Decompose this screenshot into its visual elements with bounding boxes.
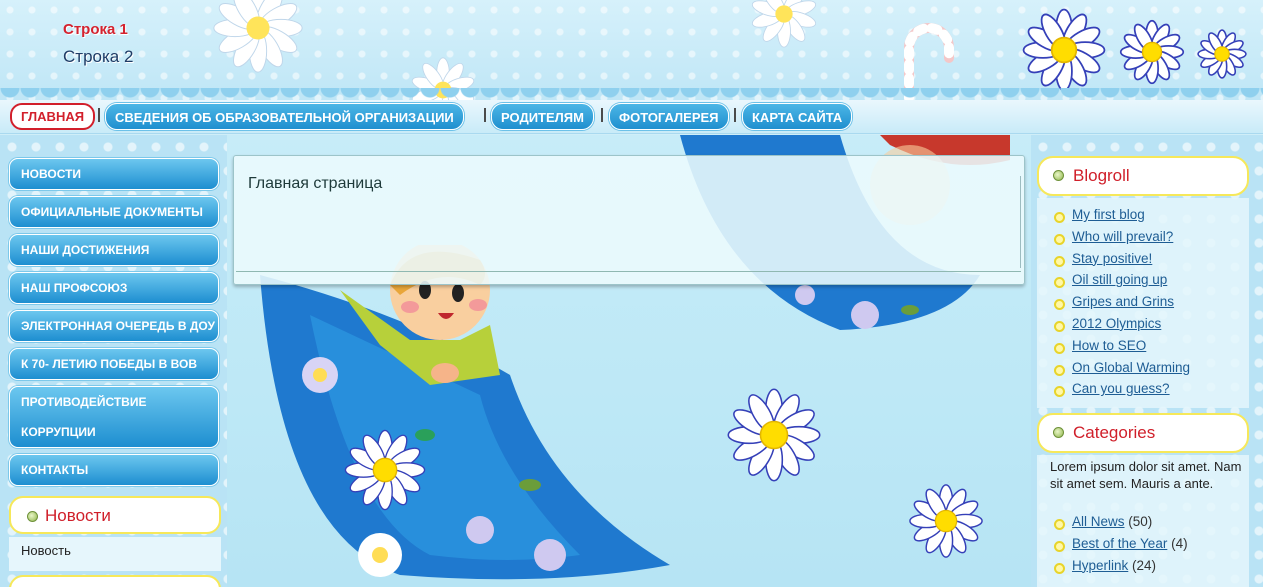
site-title-line2: Строка 2 (63, 47, 134, 66)
list-item: How to SEO (1031, 338, 1190, 360)
bullet-icon (1053, 427, 1064, 438)
blogroll-link[interactable]: How to SEO (1072, 338, 1146, 353)
daisy-icon (1119, 19, 1185, 85)
right-sidebar: Blogroll My first blog Who will prevail?… (1031, 135, 1263, 587)
list-item: Who will prevail? (1031, 229, 1190, 251)
list-item: Stay positive! (1031, 251, 1190, 273)
daisy-icon (1022, 8, 1106, 92)
news-widget-header: Новости (9, 496, 221, 534)
category-link[interactable]: Hyperlink (1072, 558, 1128, 573)
bullet-icon (27, 511, 38, 522)
sidebar-item-label: КОРРУПЦИИ (21, 425, 96, 439)
site-title-line1: Строка 1 (63, 21, 128, 38)
sidebar-item-label: К 70- ЛЕТИЮ ПОБЕДЫ В ВОВ (21, 357, 198, 371)
list-item: My first blog (1031, 207, 1190, 229)
daisy-icon (344, 429, 426, 511)
category-count: (24) (1132, 557, 1157, 573)
sidebar-item-label: ОФИЦИАЛЬНЫЕ ДОКУМЕНТЫ (21, 205, 203, 219)
sidebar-item-news[interactable]: НОВОСТИ (9, 158, 219, 190)
site-header: Строка 1 Строка 2 (0, 0, 1263, 100)
sidebar-item-label: НАШИ ДОСТИЖЕНИЯ (21, 243, 150, 257)
list-item: Can you guess? (1031, 381, 1190, 403)
blogroll-link[interactable]: 2012 Olympics (1072, 316, 1161, 331)
blogroll-link[interactable]: Gripes and Grins (1072, 294, 1174, 309)
category-link[interactable]: All News (1072, 514, 1125, 529)
sidebar-item-label: ПРОТИВОДЕЙСТВИЕ (21, 395, 147, 409)
blogroll-link[interactable]: Can you guess? (1072, 381, 1170, 396)
categories-title: Categories (1073, 423, 1156, 442)
widget-header-partial (9, 575, 221, 587)
blogroll-link[interactable]: My first blog (1072, 207, 1145, 222)
sidebar-item-official-documents[interactable]: ОФИЦИАЛЬНЫЕ ДОКУМЕНТЫ (9, 196, 219, 228)
list-item: Best of the Year (4) (1031, 536, 1188, 558)
categories-list: All News (50) Best of the Year (4) Hyper… (1031, 514, 1188, 579)
sidebar-item-electronic-queue[interactable]: ЭЛЕКТРОННАЯ ОЧЕРЕДЬ В ДОУ (9, 310, 219, 342)
category-count: (4) (1171, 535, 1188, 551)
news-item[interactable]: Новость (21, 543, 71, 558)
content-panel: Главная страница (233, 155, 1025, 285)
news-widget-body: Новость (9, 537, 221, 571)
nav-photo-gallery[interactable]: ФОТОГАЛЕРЕЯ (609, 103, 729, 130)
list-item: Oil still going up (1031, 272, 1190, 294)
page-title: Главная страница (248, 175, 383, 192)
blogroll-link[interactable]: Who will prevail? (1072, 229, 1173, 244)
header-wave (0, 88, 1263, 100)
category-link[interactable]: Best of the Year (1072, 536, 1167, 551)
daisy-icon (1197, 29, 1247, 79)
nav-separator (98, 108, 100, 122)
news-widget-title: Новости (45, 506, 111, 525)
sidebar-item-achievements[interactable]: НАШИ ДОСТИЖЕНИЯ (9, 234, 219, 266)
categories-description: Lorem ipsum dolor sit amet. Nam sit amet… (1050, 459, 1242, 491)
sidebar-item-label: НАШ ПРОФСОЮЗ (21, 281, 128, 295)
blogroll-link[interactable]: On Global Warming (1072, 360, 1190, 375)
nav-parents[interactable]: РОДИТЕЛЯМ (491, 103, 594, 130)
nav-separator (601, 108, 603, 122)
sidebar-item-anti-corruption[interactable]: ПРОТИВОДЕЙСТВИЕ КОРРУПЦИИ (9, 386, 219, 448)
blogroll-list: My first blog Who will prevail? Stay pos… (1031, 207, 1190, 403)
bullet-icon (1053, 170, 1064, 181)
list-item: Gripes and Grins (1031, 294, 1190, 316)
daisy-icon (727, 388, 821, 482)
blogroll-header: Blogroll (1037, 156, 1249, 196)
categories-header: Categories (1037, 413, 1249, 453)
nav-separator (484, 108, 486, 122)
list-item: On Global Warming (1031, 360, 1190, 382)
sidebar-item-label: НОВОСТИ (21, 167, 82, 181)
top-navigation: ГЛАВНАЯ СВЕДЕНИЯ ОБ ОБРАЗОВАТЕЛЬНОЙ ОРГА… (0, 100, 1263, 134)
category-count: (50) (1128, 514, 1153, 529)
nav-separator (734, 108, 736, 122)
sidebar-item-trade-union[interactable]: НАШ ПРОФСОЮЗ (9, 272, 219, 304)
daisy-icon (213, 0, 303, 73)
daisy-icon (909, 484, 983, 558)
nav-sitemap[interactable]: КАРТА САЙТА (742, 103, 853, 130)
sidebar-item-victory-70[interactable]: К 70- ЛЕТИЮ ПОБЕДЫ В ВОВ (9, 348, 219, 380)
content-divider (236, 271, 1021, 272)
sidebar-item-label: ЭЛЕКТРОННАЯ ОЧЕРЕДЬ В ДОУ (21, 319, 215, 333)
sidebar-item-label: КОНТАКТЫ (21, 463, 89, 477)
sidebar-item-contacts[interactable]: КОНТАКТЫ (9, 454, 219, 486)
blogroll-link[interactable]: Stay positive! (1072, 251, 1152, 266)
list-item: All News (50) (1031, 514, 1188, 536)
nav-home[interactable]: ГЛАВНАЯ (10, 103, 96, 130)
left-sidebar: НОВОСТИ ОФИЦИАЛЬНЫЕ ДОКУМЕНТЫ НАШИ ДОСТИ… (0, 135, 227, 587)
blogroll-link[interactable]: Oil still going up (1072, 272, 1167, 287)
list-item: 2012 Olympics (1031, 316, 1190, 338)
list-item: Hyperlink (24) (1031, 558, 1188, 580)
nav-organization-info[interactable]: СВЕДЕНИЯ ОБ ОБРАЗОВАТЕЛЬНОЙ ОРГАНИЗАЦИИ (105, 103, 464, 130)
blogroll-title: Blogroll (1073, 166, 1130, 185)
main-area: НОВОСТИ ОФИЦИАЛЬНЫЕ ДОКУМЕНТЫ НАШИ ДОСТИ… (0, 135, 1263, 587)
content-divider (1020, 176, 1021, 268)
daisy-icon (751, 0, 817, 48)
